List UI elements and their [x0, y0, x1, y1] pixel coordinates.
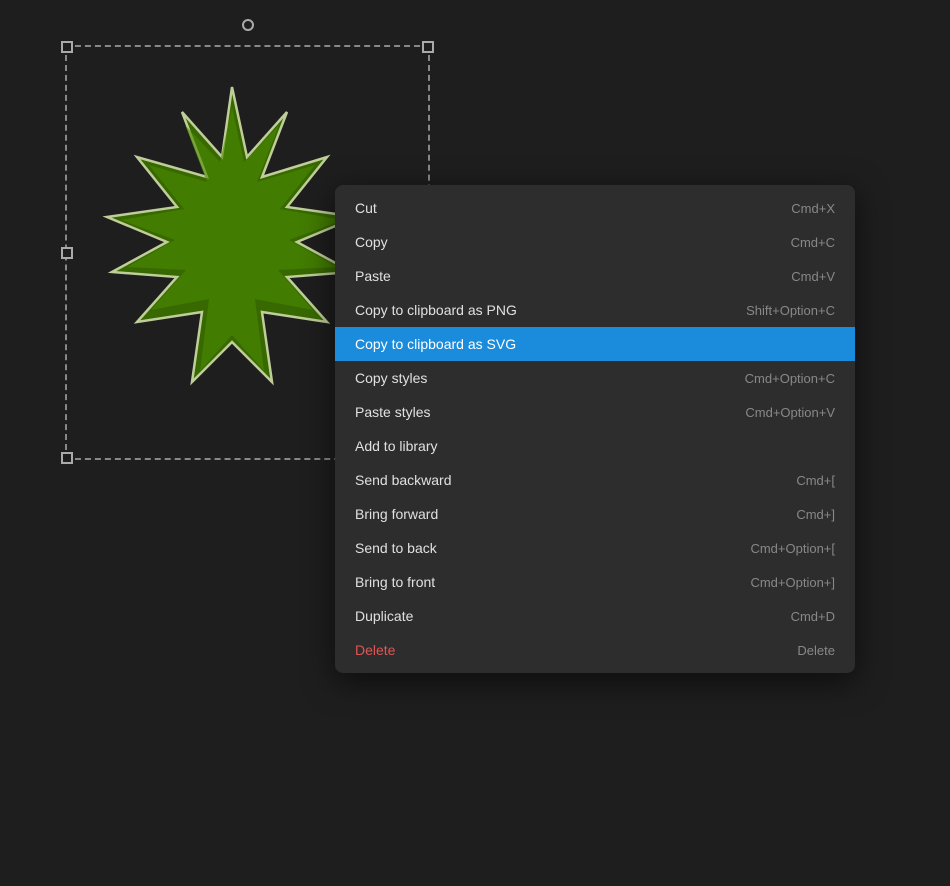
menu-item-paste[interactable]: Paste Cmd+V [335, 259, 855, 293]
menu-item-bring-forward[interactable]: Bring forward Cmd+] [335, 497, 855, 531]
star-shape [87, 77, 377, 427]
menu-item-shortcut-paste-styles: Cmd+Option+V [745, 405, 835, 420]
menu-item-label-bring-to-front: Bring to front [355, 574, 435, 590]
handle-mid-left[interactable] [61, 247, 73, 259]
menu-item-shortcut-send-backward: Cmd+[ [796, 473, 835, 488]
menu-item-shortcut-copy-as-png: Shift+Option+C [746, 303, 835, 318]
context-menu: Cut Cmd+X Copy Cmd+C Paste Cmd+V Copy to clipb… [335, 185, 855, 673]
menu-item-label-copy-styles: Copy styles [355, 370, 427, 386]
menu-item-shortcut-paste: Cmd+V [791, 269, 835, 284]
menu-item-label-add-to-library: Add to library [355, 438, 437, 454]
menu-item-duplicate[interactable]: Duplicate Cmd+D [335, 599, 855, 633]
menu-item-label-paste: Paste [355, 268, 391, 284]
menu-item-send-to-back[interactable]: Send to back Cmd+Option+[ [335, 531, 855, 565]
handle-bottom-left[interactable] [61, 452, 73, 464]
handle-top-right[interactable] [422, 41, 434, 53]
menu-item-shortcut-cut: Cmd+X [791, 201, 835, 216]
menu-item-label-delete: Delete [355, 642, 395, 658]
menu-item-shortcut-bring-to-front: Cmd+Option+] [750, 575, 835, 590]
handle-top-left[interactable] [61, 41, 73, 53]
canvas: Cut Cmd+X Copy Cmd+C Paste Cmd+V Copy to clipb… [0, 0, 950, 886]
menu-item-shortcut-bring-forward: Cmd+] [796, 507, 835, 522]
menu-item-label-copy: Copy [355, 234, 388, 250]
menu-item-label-copy-as-png: Copy to clipboard as PNG [355, 302, 517, 318]
menu-item-shortcut-copy-styles: Cmd+Option+C [745, 371, 835, 386]
menu-item-shortcut-delete: Delete [797, 643, 835, 658]
menu-item-cut[interactable]: Cut Cmd+X [335, 191, 855, 225]
menu-item-label-paste-styles: Paste styles [355, 404, 430, 420]
menu-item-send-backward[interactable]: Send backward Cmd+[ [335, 463, 855, 497]
menu-item-label-send-to-back: Send to back [355, 540, 437, 556]
rotation-handle[interactable] [242, 19, 254, 31]
menu-item-delete[interactable]: Delete Delete [335, 633, 855, 667]
menu-item-add-to-library[interactable]: Add to library [335, 429, 855, 463]
menu-item-label-copy-as-svg: Copy to clipboard as SVG [355, 336, 516, 352]
menu-item-bring-to-front[interactable]: Bring to front Cmd+Option+] [335, 565, 855, 599]
menu-item-label-bring-forward: Bring forward [355, 506, 438, 522]
menu-item-copy-as-png[interactable]: Copy to clipboard as PNG Shift+Option+C [335, 293, 855, 327]
menu-item-paste-styles[interactable]: Paste styles Cmd+Option+V [335, 395, 855, 429]
menu-item-copy-styles[interactable]: Copy styles Cmd+Option+C [335, 361, 855, 395]
menu-item-copy[interactable]: Copy Cmd+C [335, 225, 855, 259]
menu-item-label-duplicate: Duplicate [355, 608, 413, 624]
menu-item-shortcut-send-to-back: Cmd+Option+[ [750, 541, 835, 556]
menu-item-copy-as-svg[interactable]: Copy to clipboard as SVG [335, 327, 855, 361]
menu-item-label-send-backward: Send backward [355, 472, 452, 488]
menu-item-shortcut-copy: Cmd+C [791, 235, 835, 250]
menu-item-label-cut: Cut [355, 200, 377, 216]
menu-item-shortcut-duplicate: Cmd+D [791, 609, 835, 624]
